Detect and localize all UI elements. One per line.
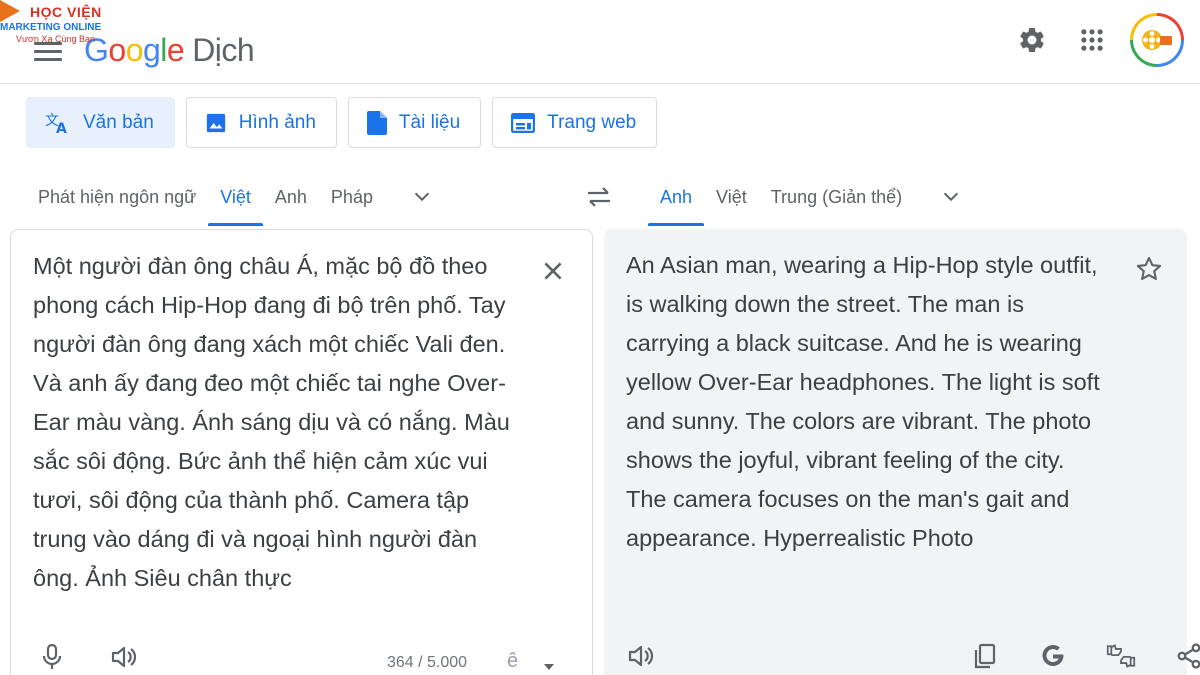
target-lang-vietnamese[interactable]: Việt xyxy=(704,168,759,226)
speaker-icon xyxy=(628,645,654,667)
chevron-down-icon xyxy=(943,192,959,202)
film-reel-icon xyxy=(1142,30,1172,50)
copy-icon xyxy=(974,643,996,669)
source-text-input[interactable]: Một người đàn ông châu Á, mặc bộ đồ theo… xyxy=(33,247,523,598)
tab-text-label: Văn bản xyxy=(83,111,154,133)
rate-translation-button[interactable] xyxy=(1106,641,1136,671)
caret-down-icon xyxy=(544,664,554,670)
microphone-icon xyxy=(42,643,62,669)
apps-grid-icon xyxy=(1081,29,1103,51)
document-icon xyxy=(366,110,387,135)
target-lang-chinese-simplified[interactable]: Trung (Giản thể) xyxy=(759,168,914,226)
tab-websites-label: Trang web xyxy=(547,111,637,133)
source-lang-french[interactable]: Pháp xyxy=(319,168,385,226)
chevron-down-icon xyxy=(414,192,430,202)
source-lang-more-button[interactable] xyxy=(411,186,433,208)
play-icon xyxy=(0,0,20,22)
translate-icon: 文A xyxy=(45,113,67,135)
image-icon xyxy=(206,113,225,132)
avatar[interactable] xyxy=(1130,13,1184,67)
tab-websites[interactable]: Trang web xyxy=(492,97,658,148)
tab-images-label: Hình ảnh xyxy=(238,111,316,133)
source-text-panel: Một người đàn ông châu Á, mặc bộ đồ theo… xyxy=(10,229,593,675)
clear-source-button[interactable] xyxy=(540,258,566,284)
target-lang-more-button[interactable] xyxy=(940,186,962,208)
watermark-title: HỌC VIỆN xyxy=(30,4,102,20)
voice-input-button[interactable] xyxy=(37,642,67,672)
character-count: 364 / 5.000 xyxy=(387,654,468,671)
web-icon xyxy=(511,112,536,133)
listen-source-button[interactable] xyxy=(109,642,139,672)
translation-tools-left xyxy=(626,641,656,671)
source-lang-vietnamese[interactable]: Việt xyxy=(208,168,263,226)
source-lang-detect[interactable]: Phát hiện ngôn ngữ xyxy=(26,168,208,226)
input-tools-dropdown[interactable] xyxy=(543,658,555,675)
translation-panel: An Asian man, wearing a Hip-Hop style ou… xyxy=(604,229,1200,675)
source-lang-english[interactable]: Anh xyxy=(263,168,319,226)
google-g-icon xyxy=(1042,645,1064,667)
translation-output: An Asian man, wearing a Hip-Hop style ou… xyxy=(626,252,1100,551)
tab-text[interactable]: 文A Văn bản xyxy=(26,97,175,148)
source-language-bar: Phát hiện ngôn ngữ Việt Anh Pháp xyxy=(26,168,433,226)
thumbs-feedback-icon xyxy=(1106,644,1136,668)
settings-button[interactable] xyxy=(1012,20,1052,60)
speaker-icon xyxy=(111,646,137,668)
tab-images[interactable]: Hình ảnh xyxy=(185,97,337,148)
apps-button[interactable] xyxy=(1072,20,1112,60)
swap-languages-button[interactable] xyxy=(584,182,614,212)
product-name: Dịch xyxy=(192,32,255,68)
mode-tabs: 文A Văn bản Hình ảnh Tài liệu Trang web xyxy=(26,97,668,148)
save-translation-button[interactable] xyxy=(1135,255,1163,283)
listen-translation-button[interactable] xyxy=(626,641,656,671)
header-actions xyxy=(992,10,1184,70)
app-header: Google Dịch HỌC VIỆN MARKETING ONLINE Vươ… xyxy=(0,0,1200,84)
translation-tools-right xyxy=(932,641,1200,671)
share-translation-button[interactable] xyxy=(1174,641,1200,671)
target-language-bar: Anh Việt Trung (Giản thể) xyxy=(648,168,962,226)
target-lang-english[interactable]: Anh xyxy=(648,168,705,226)
input-tools-button[interactable]: ê xyxy=(507,650,518,673)
swap-arrows-icon xyxy=(588,187,610,207)
tab-documents-label: Tài liệu xyxy=(398,111,461,133)
copy-translation-button[interactable] xyxy=(970,641,1000,671)
watermark-subtitle: MARKETING ONLINE xyxy=(0,22,102,33)
close-icon xyxy=(544,262,562,280)
svg-text:A: A xyxy=(56,121,67,135)
source-tools xyxy=(37,642,181,672)
share-icon xyxy=(1177,643,1200,669)
watermark-slogan: Vươn Xa Cùng Bạn xyxy=(16,34,95,44)
star-icon xyxy=(1136,256,1162,280)
watermark-logo: HỌC VIỆN MARKETING ONLINE Vươn Xa Cùng B… xyxy=(0,0,130,46)
tab-documents[interactable]: Tài liệu xyxy=(347,97,482,148)
google-search-button[interactable] xyxy=(1038,641,1068,671)
gear-icon xyxy=(1020,27,1044,52)
